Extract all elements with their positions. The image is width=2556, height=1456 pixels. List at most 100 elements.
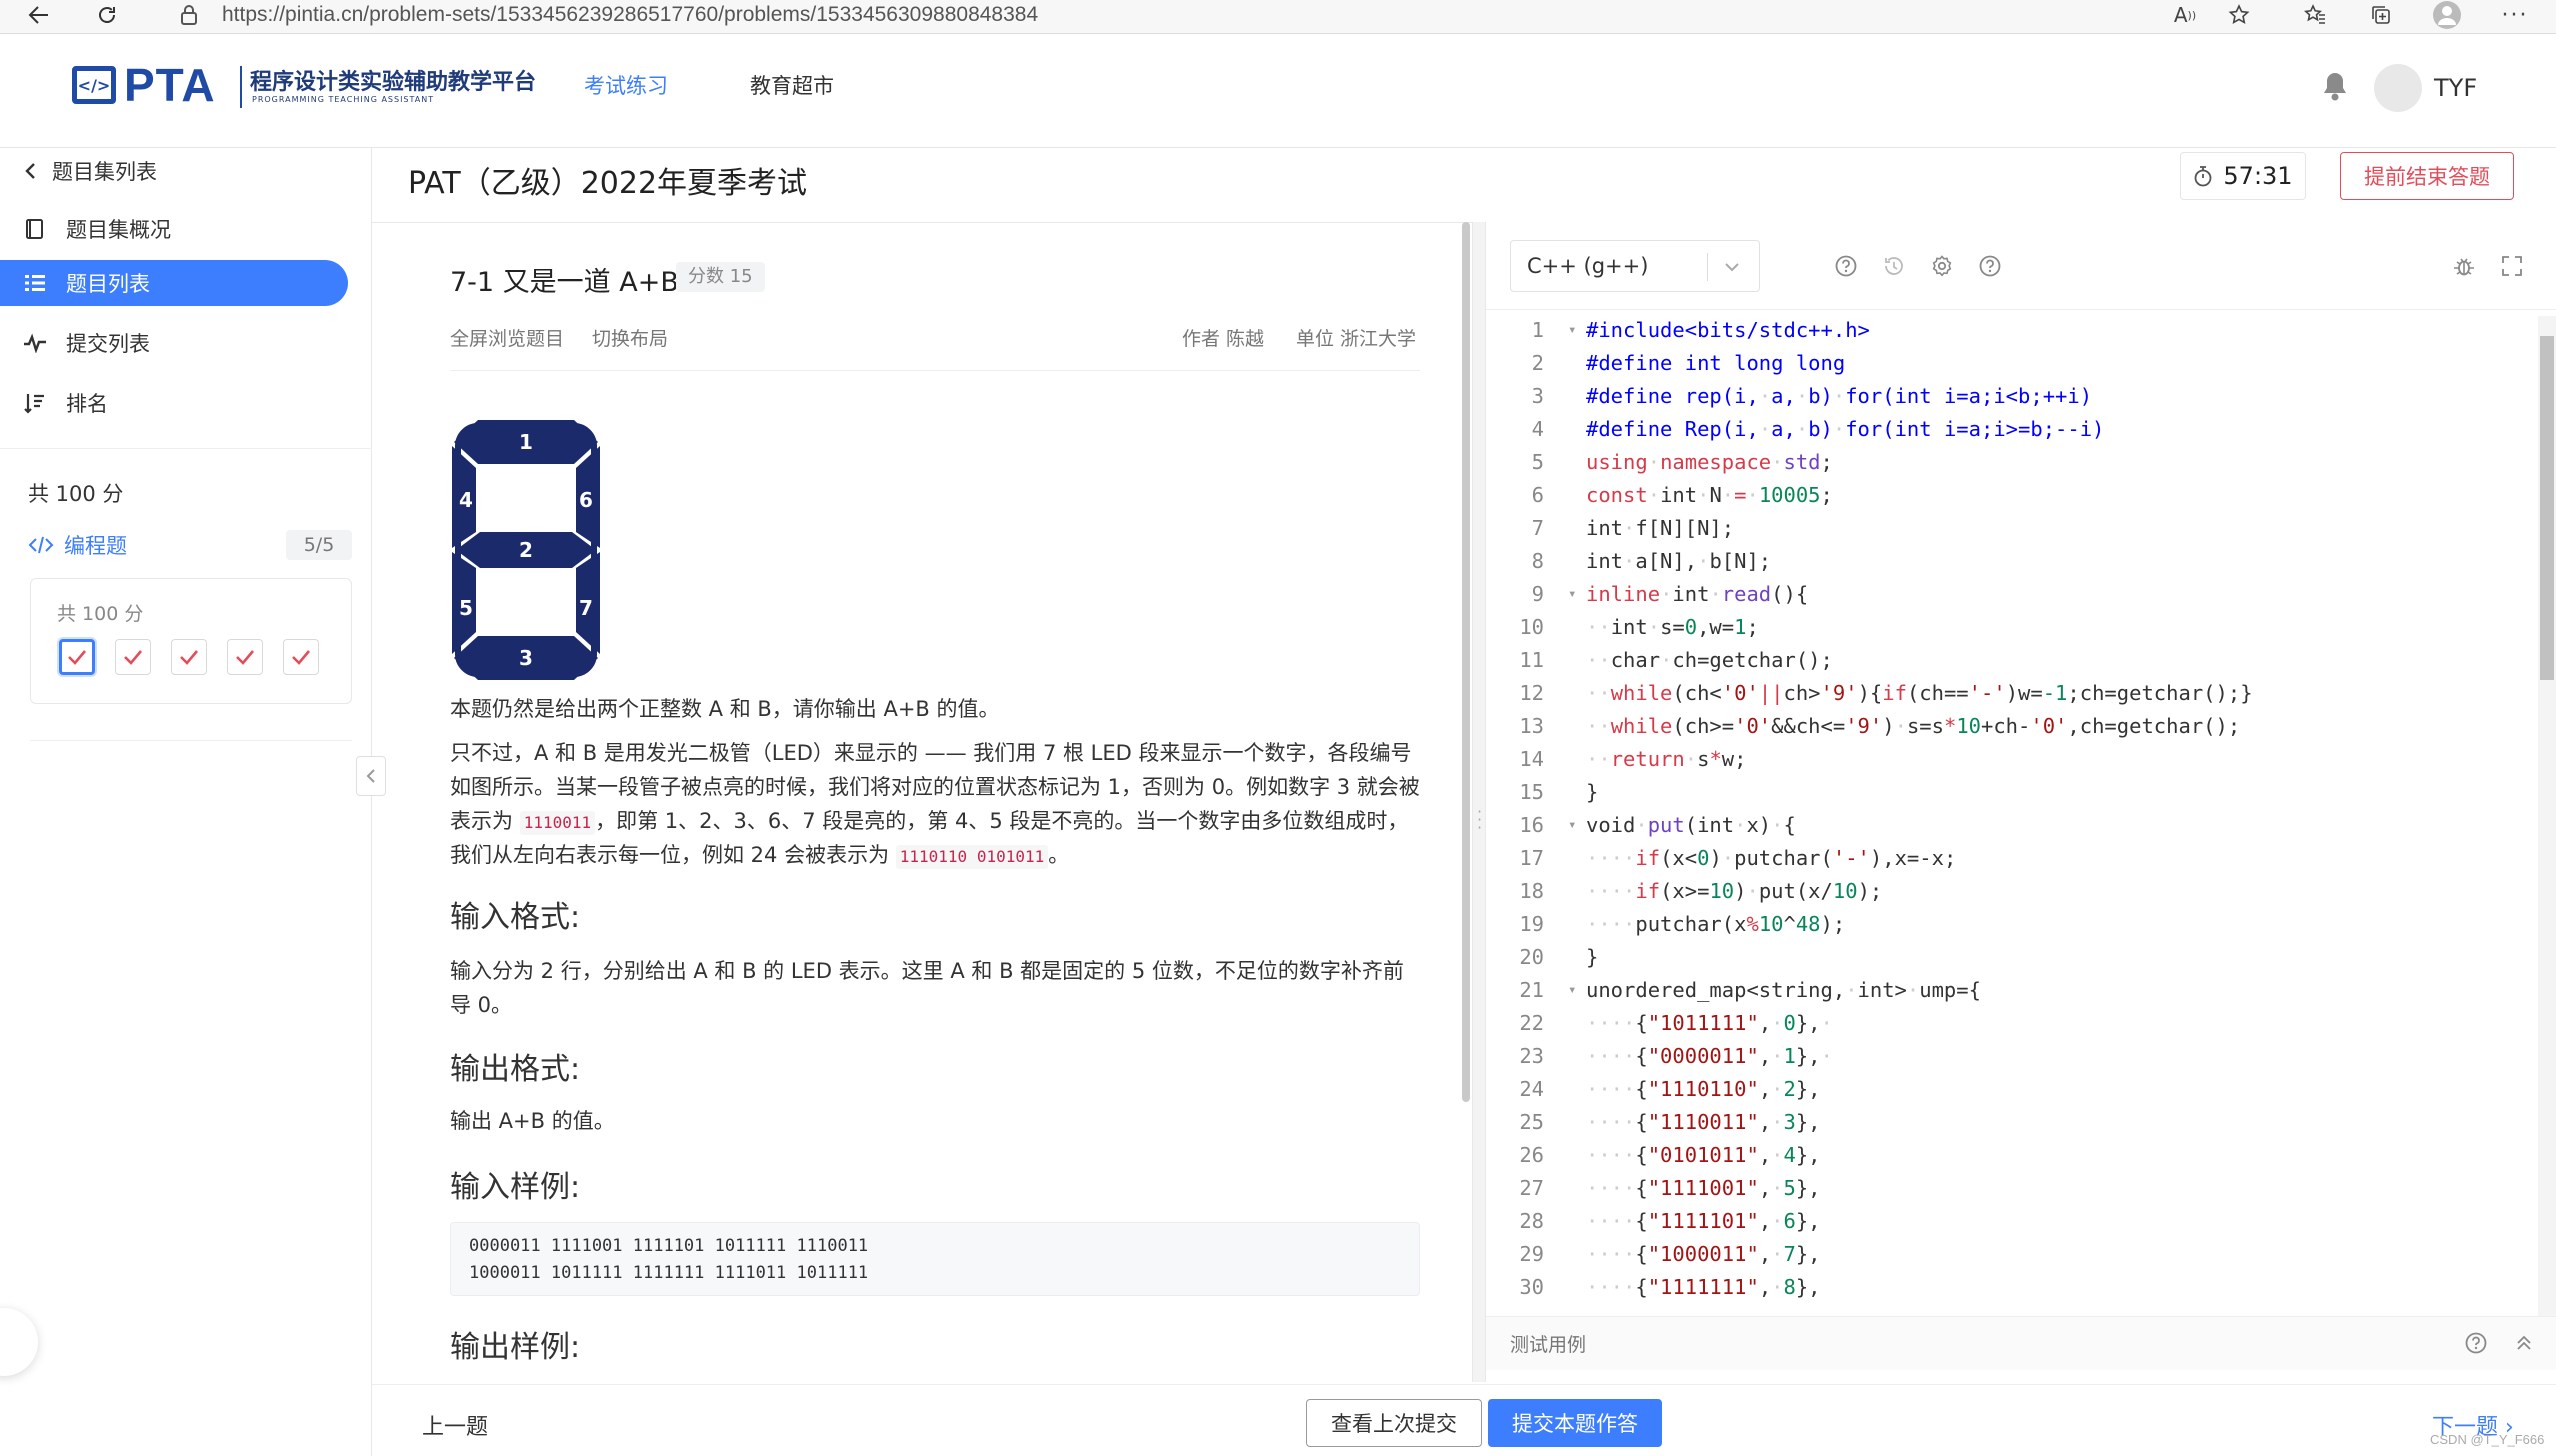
sidebar: 题目集列表 题目集概况 题目列表 提交列表 排名 共 100 分 编程题 5/5… — [0, 148, 372, 1456]
fullscreen-icon[interactable] — [2500, 254, 2524, 278]
add-favorite-icon[interactable] — [2222, 0, 2256, 30]
bell-icon[interactable] — [2320, 70, 2350, 102]
code-line: 25 ····{"1110011",·3}, — [1519, 1110, 1821, 1134]
code-line: 24 ····{"1110110",·2}, — [1519, 1077, 1821, 1101]
total-score: 共 100 分 — [28, 482, 124, 506]
code-line: 29 ····{"1000011",·7}, — [1519, 1242, 1821, 1266]
pulse-icon — [20, 333, 50, 353]
problem-check-4[interactable] — [227, 639, 263, 675]
refresh-icon[interactable] — [90, 0, 124, 30]
favorites-icon[interactable] — [2298, 0, 2332, 30]
more-icon[interactable]: ··· — [2498, 0, 2532, 30]
fold-icon[interactable]: ▾ — [1568, 578, 1576, 611]
language-select[interactable]: C++ (g++) — [1510, 240, 1760, 292]
prev-problem-link[interactable]: 上一题 — [422, 1409, 488, 1441]
fullscreen-link[interactable]: 全屏浏览题目 — [450, 324, 564, 351]
led-label-5: 5 — [459, 596, 473, 620]
view-last-submission-button[interactable]: 查看上次提交 — [1306, 1399, 1482, 1447]
fold-icon[interactable]: ▾ — [1568, 974, 1576, 1007]
sidebar-item-overview[interactable]: 题目集概况 — [0, 206, 348, 252]
back-to-set-list[interactable]: 题目集列表 — [0, 148, 348, 194]
inline-code: 1110110 0101011 — [895, 845, 1049, 869]
back-label: 题目集列表 — [52, 160, 157, 184]
profile-icon[interactable] — [2430, 0, 2464, 30]
end-exam-button[interactable]: 提前结束答题 — [2340, 152, 2514, 200]
sidebar-item-submissions[interactable]: 提交列表 — [0, 320, 348, 366]
code-editor-panel: C++ (g++) 1 ▾ #include<bits/stdc++.h> 2 #de… — [1486, 222, 2556, 1382]
nav-edu-market[interactable]: 教育超市 — [750, 70, 834, 100]
code-line: 20} — [1519, 945, 1599, 969]
panel-splitter[interactable]: · · · — [1472, 222, 1486, 1382]
debug-icon[interactable] — [2452, 254, 2476, 278]
logo-divider — [240, 66, 242, 108]
code-line: 23 ····{"0000011",·1},· — [1519, 1044, 1833, 1068]
editor-scrollbar[interactable] — [2538, 316, 2556, 1316]
test-cases-bar[interactable]: 测试用例 — [1486, 1316, 2556, 1370]
problem-author: 作者 陈越 — [1182, 328, 1265, 350]
help-icon[interactable] — [2464, 1331, 2488, 1355]
code-line: 10 ··int·s=0,w=1; — [1519, 615, 1759, 639]
submit-answer-button[interactable]: 提交本题作答 — [1488, 1399, 1662, 1447]
switch-layout-link[interactable]: 切换布局 — [592, 324, 668, 351]
sidebar-item-label: 题目列表 — [66, 272, 150, 296]
problem-check-3[interactable] — [171, 639, 207, 675]
code-line: 12 ··while(ch<'0'||ch>'9'){if(ch=='-')w=-… — [1519, 681, 2253, 705]
logo-text[interactable]: PTA — [124, 58, 216, 112]
code-line: 2 #define int long long — [1531, 351, 1846, 375]
logo-subtitle-en: PROGRAMMING TEACHING ASSISTANT — [252, 95, 435, 104]
exam-title: PAT（乙级）2022年夏季考试 — [408, 166, 808, 201]
back-arrow-icon[interactable] — [22, 0, 56, 30]
problem-score-card: 共 100 分 — [30, 578, 352, 704]
user-name[interactable]: TYF — [2434, 74, 2477, 102]
read-aloud-icon[interactable]: A)) — [2168, 0, 2202, 30]
code-line: 11 ··char·ch=getchar(); — [1519, 648, 1833, 672]
sidebar-item-problem-list[interactable]: 题目列表 — [0, 260, 348, 306]
code-line: 7 int·f[N][N]; — [1531, 516, 1735, 540]
editor-toolbar: C++ (g++) — [1486, 222, 2556, 310]
collections-icon[interactable] — [2364, 0, 2398, 30]
fold-icon[interactable]: ▾ — [1568, 809, 1576, 842]
sample-input-block[interactable]: 0000011 1111001 1111101 1011111 1110011 … — [450, 1222, 1420, 1296]
fold-icon[interactable]: ▾ — [1568, 314, 1576, 347]
check-icon — [236, 650, 254, 665]
chevron-left-icon — [16, 162, 46, 180]
lock-icon — [172, 0, 206, 30]
avatar[interactable] — [2374, 64, 2422, 112]
sidebar-item-ranking[interactable]: 排名 — [0, 380, 348, 426]
help-icon[interactable] — [1834, 254, 1858, 278]
problem-check-5[interactable] — [283, 639, 319, 675]
problem-check-1[interactable] — [59, 639, 95, 675]
drag-handle-icon: · · · — [1477, 802, 1483, 837]
code-icon — [28, 536, 54, 554]
code-line: 14 ··return·s*w; — [1519, 747, 1747, 771]
sidebar-item-label: 排名 — [66, 392, 108, 416]
scrollbar-thumb[interactable] — [2540, 336, 2554, 680]
nav-exam-practice[interactable]: 考试练习 — [584, 70, 668, 100]
chevron-up-double-icon[interactable] — [2514, 1331, 2534, 1355]
problem-scrollbar[interactable] — [1462, 222, 1470, 1102]
code-area[interactable]: 1 ▾ #include<bits/stdc++.h> 2 #define int l… — [1486, 314, 2536, 1308]
code-line: 3 #define rep(i,·a,·b)·for(int i=a;i<b;++… — [1531, 384, 2093, 408]
stopwatch-icon — [2193, 165, 2213, 187]
code-line: 5 using·namespace·std; — [1531, 450, 1833, 474]
book-icon — [20, 218, 50, 240]
code-line: 30 ····{"1111111",·8}, — [1519, 1275, 1821, 1299]
sidebar-item-label: 提交列表 — [66, 332, 150, 356]
history-icon[interactable] — [1882, 254, 1906, 278]
output-format-heading: 输出格式: — [450, 1052, 581, 1087]
divider — [450, 370, 1420, 371]
info-help-icon[interactable] — [1978, 254, 2002, 278]
check-icon — [68, 650, 86, 665]
input-format-desc: 输入分为 2 行，分别给出 A 和 B 的 LED 表示。这里 A 和 B 都是… — [450, 959, 1404, 1017]
language-value: C++ (g++) — [1527, 254, 1649, 278]
page-footer: 上一题 查看上次提交 提交本题作答 下一题 › — [372, 1384, 2556, 1456]
led-label-7: 7 — [579, 596, 593, 620]
code-line: 16 ▾ void·put(int·x)·{ — [1486, 809, 2536, 842]
problem-unit: 单位 浙江大学 — [1296, 328, 1417, 350]
problem-check-2[interactable] — [115, 639, 151, 675]
category-programming[interactable]: 编程题 — [28, 530, 127, 560]
settings-icon[interactable] — [1930, 254, 1954, 278]
address-bar[interactable]: https://pintia.cn/problem-sets/153345623… — [222, 0, 1038, 30]
output-format-desc: 输出 A+B 的值。 — [450, 1109, 615, 1133]
code-line: 13 ··while(ch>='0'&&ch<='9')·s=s*10+ch-'0… — [1519, 714, 2241, 738]
